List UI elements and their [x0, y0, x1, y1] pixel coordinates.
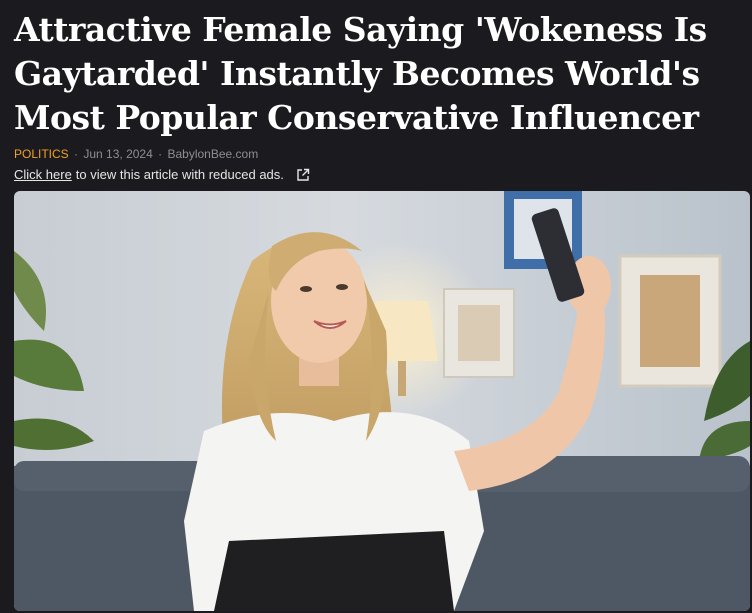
reduced-ads-link[interactable]: Click here [14, 167, 72, 182]
reduced-ads-text: to view this article with reduced ads. [75, 167, 284, 182]
publish-date: Jun 13, 2024 [83, 147, 153, 161]
source-name: BabylonBee.com [167, 147, 259, 161]
category-label[interactable]: POLITICS [14, 147, 69, 161]
meta-separator: · [74, 147, 79, 161]
reduced-ads-notice: Click here to view this article with red… [14, 167, 310, 182]
article-hero-image[interactable] [14, 191, 750, 611]
external-link-icon[interactable] [296, 168, 310, 182]
meta-separator: · [158, 147, 163, 161]
article-meta: POLITICS · Jun 13, 2024 · BabylonBee.com [14, 147, 258, 161]
article-headline: Attractive Female Saying 'Wokeness Is Ga… [14, 10, 707, 137]
